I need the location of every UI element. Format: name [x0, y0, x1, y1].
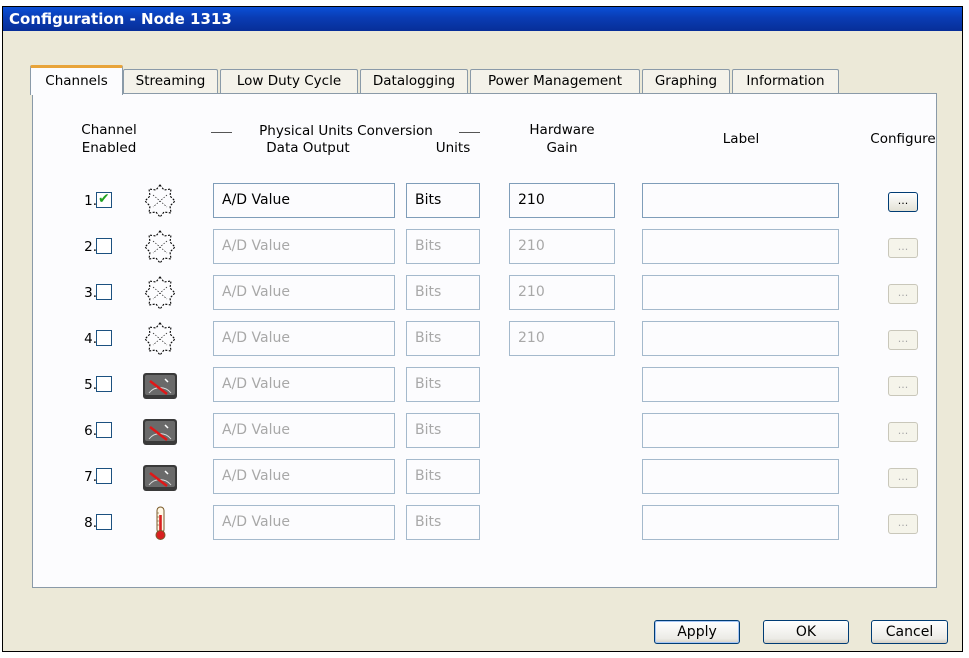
strain-gauge-icon: [141, 321, 179, 357]
label-field[interactable]: [642, 413, 839, 448]
data-output-field[interactable]: A/D Value: [213, 505, 395, 540]
channel-enabled-checkbox[interactable]: [96, 514, 112, 530]
units-field[interactable]: Bits: [406, 275, 480, 310]
channel-number: 7.: [84, 469, 97, 485]
channel-number: 4.: [84, 331, 97, 347]
channel-row: 8. A/D Value Bits...: [33, 505, 936, 545]
tab-streaming[interactable]: Streaming: [123, 69, 218, 93]
units-field[interactable]: Bits: [406, 459, 480, 494]
label-field[interactable]: [642, 321, 839, 356]
window-title: Configuration - Node 1313: [3, 7, 962, 31]
apply-button[interactable]: Apply: [654, 620, 740, 644]
channel-enabled-checkbox[interactable]: [96, 422, 112, 438]
data-output-field[interactable]: A/D Value: [213, 459, 395, 494]
configure-button[interactable]: ...: [888, 238, 918, 258]
channel-row: 7. A/D Value Bits...: [33, 459, 936, 499]
data-output-field[interactable]: A/D Value: [213, 321, 395, 356]
thermometer-icon: [141, 505, 179, 541]
configure-button[interactable]: ...: [888, 284, 918, 304]
channel-number: 3.: [84, 285, 97, 301]
hardware-gain-field[interactable]: 210: [509, 229, 615, 264]
channel-enabled-checkbox[interactable]: [96, 238, 112, 254]
units-field[interactable]: Bits: [406, 367, 480, 402]
channel-number: 2.: [84, 239, 97, 255]
label-field[interactable]: [642, 275, 839, 310]
header-data-output: Data Output: [266, 140, 350, 156]
hardware-gain-field[interactable]: 210: [509, 275, 615, 310]
channel-enabled-checkbox[interactable]: [96, 376, 112, 392]
channel-enabled-checkbox[interactable]: ✔: [96, 191, 112, 208]
header-configure: Configure: [870, 131, 936, 147]
tab-graphing[interactable]: Graphing: [642, 69, 730, 93]
channel-row: 6. A/D Value Bits...: [33, 413, 936, 453]
strain-gauge-icon: [141, 275, 179, 311]
data-output-field[interactable]: A/D Value: [213, 413, 395, 448]
configure-button[interactable]: ...: [888, 514, 918, 534]
label-field[interactable]: [642, 183, 839, 218]
data-output-field[interactable]: A/D Value: [213, 229, 395, 264]
header-gain: Gain: [546, 140, 578, 156]
units-field[interactable]: Bits: [406, 183, 480, 218]
tab-information[interactable]: Information: [732, 69, 839, 93]
channel-enabled-checkbox[interactable]: [96, 330, 112, 346]
header-enabled: Enabled: [81, 140, 137, 156]
data-output-field[interactable]: A/D Value: [213, 183, 395, 218]
label-field[interactable]: [642, 367, 839, 402]
voltage-meter-icon: [141, 459, 179, 495]
configuration-dialog: Configuration - Node 1313 Channels Strea…: [2, 6, 963, 652]
strain-gauge-icon: [141, 229, 179, 265]
tab-datalogging[interactable]: Datalogging: [360, 69, 468, 93]
checkmark-icon: ✔: [98, 191, 110, 207]
units-field[interactable]: Bits: [406, 321, 480, 356]
channel-row: 4. A/D Value Bits 210...: [33, 321, 936, 361]
channel-number: 1.: [84, 193, 97, 209]
channel-row: 2. A/D Value Bits 210...: [33, 229, 936, 269]
channels-panel: Channel Enabled Physical Units Conversio…: [32, 93, 937, 588]
configure-button[interactable]: ...: [888, 422, 918, 442]
configure-button[interactable]: ...: [888, 192, 918, 212]
channel-row: 3. A/D Value Bits 210...: [33, 275, 936, 315]
voltage-meter-icon: [141, 413, 179, 449]
tab-low-duty-cycle[interactable]: Low Duty Cycle: [220, 69, 358, 93]
header-label: Label: [722, 131, 760, 147]
tab-power-management[interactable]: Power Management: [470, 69, 640, 93]
channel-enabled-checkbox[interactable]: [96, 284, 112, 300]
hardware-gain-field[interactable]: 210: [509, 183, 615, 218]
units-field[interactable]: Bits: [406, 413, 480, 448]
data-output-field[interactable]: A/D Value: [213, 275, 395, 310]
configure-button[interactable]: ...: [888, 468, 918, 488]
units-field[interactable]: Bits: [406, 505, 480, 540]
label-field[interactable]: [642, 459, 839, 494]
label-field[interactable]: [642, 505, 839, 540]
header-rule-left: [211, 132, 232, 133]
data-output-field[interactable]: A/D Value: [213, 367, 395, 402]
channel-number: 5.: [84, 377, 97, 393]
strain-gauge-icon: [141, 183, 179, 219]
configure-button[interactable]: ...: [888, 376, 918, 396]
channel-row: 5. A/D Value Bits...: [33, 367, 936, 407]
configure-button[interactable]: ...: [888, 330, 918, 350]
channel-number: 6.: [84, 423, 97, 439]
label-field[interactable]: [642, 229, 839, 264]
header-units: Units: [435, 140, 471, 156]
header-physical-units-conversion: Physical Units Conversion: [259, 123, 433, 139]
channel-enabled-checkbox[interactable]: [96, 468, 112, 484]
header-channel: Channel: [81, 122, 137, 138]
channel-row: 1. ✔ A/D Value Bits 210...: [33, 183, 936, 223]
cancel-button[interactable]: Cancel: [871, 620, 948, 644]
ok-button[interactable]: OK: [763, 620, 849, 644]
voltage-meter-icon: [141, 367, 179, 403]
units-field[interactable]: Bits: [406, 229, 480, 264]
channel-number: 8.: [84, 515, 97, 531]
header-hardware: Hardware: [529, 122, 595, 138]
header-rule-right: [459, 132, 480, 133]
tab-channels[interactable]: Channels: [30, 65, 123, 95]
hardware-gain-field[interactable]: 210: [509, 321, 615, 356]
